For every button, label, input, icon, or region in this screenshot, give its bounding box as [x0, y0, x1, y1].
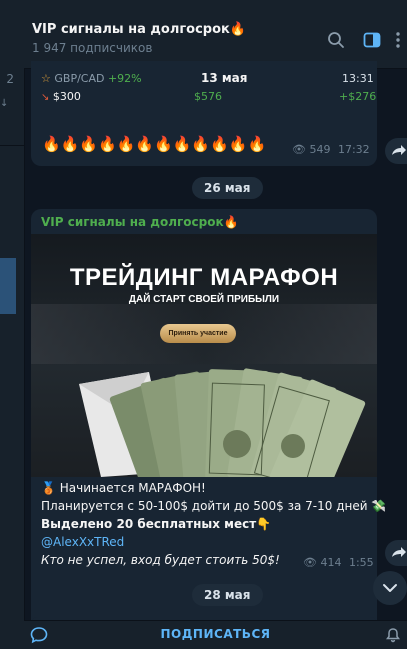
- chat-header: VIP сигналы на долгосрок🔥 1 947 подписчи…: [24, 0, 407, 69]
- date-separator: 28 мая: [192, 584, 263, 606]
- promo-subtitle: ДАЙ СТАРТ СВОЕЙ ПРИБЫЛИ: [128, 294, 280, 305]
- sender-name[interactable]: VIP сигналы на долгосрок🔥: [41, 215, 239, 229]
- share-arrow-icon: [392, 547, 406, 557]
- profit-value: +$276: [339, 90, 377, 103]
- more-icon[interactable]: [393, 30, 403, 50]
- views-eye-icon: 👁: [292, 143, 306, 156]
- promo-cta-button[interactable]: Принять участие: [160, 324, 236, 343]
- channel-title[interactable]: VIP сигналы на долгосрок🔥: [32, 22, 246, 37]
- chat-list-divider: [0, 145, 24, 146]
- scroll-to-bottom-button[interactable]: [373, 571, 407, 605]
- date-separator: 26 мая: [192, 177, 263, 199]
- message-line-3: Выделено 20 бесплатных мест👇: [41, 517, 272, 531]
- message-time: 17:32: [337, 143, 370, 156]
- share-button[interactable]: [385, 138, 407, 164]
- pair-label: GBP/CAD: [54, 72, 105, 85]
- views-count: 414: [320, 556, 342, 569]
- share-button[interactable]: [385, 540, 407, 566]
- message-line-2: Планируется с 50-100$ дойти до 500$ за 7…: [41, 499, 387, 513]
- trade-time: 13:31: [342, 72, 374, 85]
- message-line-1: 🥉 Начинается МАРАФОН!: [41, 481, 206, 495]
- fire-emoji-row: 🔥🔥🔥🔥🔥🔥🔥🔥🔥🔥🔥🔥: [42, 135, 267, 153]
- chat-list-pane: 2 ↓: [0, 0, 25, 649]
- message-meta: 👁 414 1:55: [303, 556, 374, 569]
- mention-link[interactable]: @AlexXxTRed: [41, 535, 124, 549]
- subscriber-count: 1 947 подписчиков: [32, 41, 153, 55]
- message-feed[interactable]: ☆ GBP/CAD +92% 13 мая 13:31 ↘ $300 $576 …: [24, 61, 407, 647]
- share-arrow-icon: [392, 145, 406, 155]
- message-line-5: Кто не успел, вход будет стоить 50$!: [41, 553, 280, 567]
- views-count: 549: [309, 143, 331, 156]
- message-time: 1:55: [348, 556, 374, 569]
- chat-list-counter: 2: [6, 72, 14, 86]
- message-meta: 👁 549 17:32: [292, 143, 370, 156]
- star-icon: ☆: [41, 72, 51, 85]
- mid-value: $576: [194, 90, 222, 103]
- message-bubble[interactable]: VIP сигналы на долгосрок🔥 ТРЕЙДИНГ МАРАФ…: [31, 209, 386, 647]
- bottom-bar: ПОДПИСАТЬСЯ: [24, 620, 407, 649]
- pair-change: +92%: [107, 72, 142, 85]
- message-bubble[interactable]: ☆ GBP/CAD +92% 13 мая 13:31 ↘ $300 $576 …: [31, 61, 377, 166]
- chat-list-selected-item[interactable]: [0, 258, 16, 314]
- bell-icon[interactable]: [385, 627, 401, 643]
- chat-list-marker-icon: ↓: [0, 98, 9, 109]
- promo-image[interactable]: ТРЕЙДИНГ МАРАФОН ДАЙ СТАРТ СВОЕЙ ПРИБЫЛИ…: [31, 234, 377, 477]
- amount-value: $300: [52, 90, 81, 103]
- views-eye-icon: 👁: [303, 556, 317, 569]
- search-icon[interactable]: [326, 30, 346, 50]
- subscribe-button[interactable]: ПОДПИСАТЬСЯ: [24, 627, 407, 641]
- arrow-down-icon: ↘: [41, 92, 50, 103]
- amount-row: ↘ $300: [41, 90, 81, 103]
- pair-row: ☆ GBP/CAD +92%: [41, 72, 142, 85]
- chevron-down-icon: [383, 584, 397, 592]
- sidebar-toggle-icon[interactable]: [362, 30, 382, 50]
- promo-title: ТРЕЙДИНГ МАРАФОН: [69, 264, 339, 291]
- trade-date: 13 мая: [201, 71, 248, 85]
